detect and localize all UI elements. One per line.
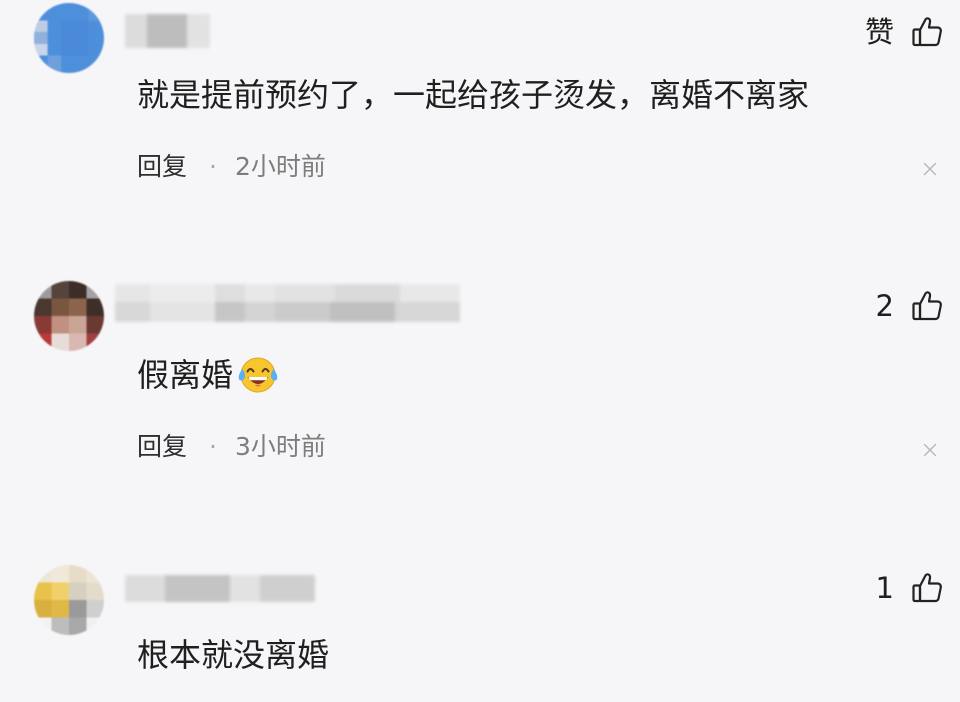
comment-item: 2 假离婚 回复 · 3小时前: [0, 280, 960, 560]
comment-list: 赞 就是提前预约了，一起给孩子烫发，离婚不离家 回复 · 2小时前 2 假离婚 …: [0, 0, 960, 702]
reply-button[interactable]: 回复: [137, 430, 187, 464]
comment-meta: 回复 · 2小时前: [137, 150, 326, 184]
comment-text-row: 假离婚: [137, 352, 281, 398]
face-with-tears-of-joy-icon: [238, 357, 278, 393]
timestamp: 3小时前: [234, 432, 326, 461]
comment-item: 赞 就是提前预约了，一起给孩子烫发，离婚不离家 回复 · 2小时前: [0, 0, 960, 280]
separator-dot: ·: [209, 152, 217, 181]
thumbs-up-icon: [912, 17, 942, 47]
like-button[interactable]: 赞: [865, 14, 944, 50]
username-blurred[interactable]: [115, 284, 460, 322]
comment-meta: 回复 · 3小时前: [137, 430, 326, 464]
avatar[interactable]: [34, 281, 104, 351]
reply-button[interactable]: 回复: [137, 150, 187, 184]
like-label: 赞: [864, 15, 894, 49]
comment-text-row: 就是提前预约了，一起给孩子烫发，离婚不离家: [137, 72, 809, 118]
username-blurred[interactable]: [125, 14, 210, 48]
timestamp: 2小时前: [234, 152, 326, 181]
comment-text: 假离婚: [137, 356, 234, 394]
avatar[interactable]: [34, 3, 104, 73]
avatar[interactable]: [34, 565, 104, 635]
thumbs-up-icon: [912, 573, 942, 603]
like-button[interactable]: 1: [876, 570, 944, 606]
comment-text: 就是提前预约了，一起给孩子烫发，离婚不离家: [137, 76, 810, 114]
like-count: 1: [875, 571, 894, 605]
like-count: 2: [875, 289, 894, 323]
like-button[interactable]: 2: [876, 288, 944, 324]
comment-text: 根本就没离婚: [137, 636, 330, 674]
thumbs-up-icon: [912, 291, 942, 321]
separator-dot: ·: [209, 432, 217, 461]
close-icon[interactable]: [921, 441, 939, 459]
comment-item: 1 根本就没离婚: [0, 560, 960, 702]
username-blurred[interactable]: [125, 575, 315, 602]
close-icon[interactable]: [921, 160, 939, 178]
comment-text-row: 根本就没离婚: [137, 632, 329, 678]
